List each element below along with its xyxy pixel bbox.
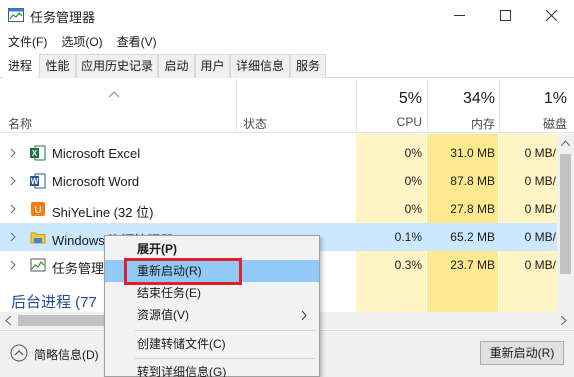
tab-performance[interactable]: 性能 [39, 54, 76, 78]
disk-value: 0 MB/ [524, 230, 556, 244]
tab-app-history[interactable]: 应用历史记录 [76, 54, 158, 78]
process-row-excel[interactable]: X Microsoft Excel 0% 31.0 MB 0 MB/ [0, 139, 574, 167]
chevron-right-icon[interactable] [9, 260, 17, 270]
submenu-arrow-icon [302, 311, 307, 320]
menu-item-resource-values[interactable]: 资源值(V) [105, 304, 319, 326]
memory-percent-header[interactable]: 34% [427, 90, 495, 108]
disk-value: 0 MB/ [524, 258, 556, 272]
scroll-right-icon[interactable] [561, 316, 567, 325]
maximize-button[interactable] [482, 0, 528, 30]
menu-item-go-to-details[interactable]: 转到详细信息(G) [105, 361, 319, 377]
process-row-shiyeline[interactable]: U ShiYeLine (32 位) 0% 27.8 MB 0 MB/ [0, 195, 574, 223]
menu-item-label: 资源值(V) [137, 308, 189, 322]
maximize-icon [499, 9, 511, 21]
cpu-percent-header[interactable]: 5% [356, 90, 422, 108]
shiyeline-icon: U [31, 202, 45, 216]
menu-bar: 文件(F) 选项(O) 查看(V) [0, 30, 574, 52]
restart-button[interactable]: 重新启动(R) [480, 341, 564, 365]
process-name: Microsoft Word [52, 174, 140, 189]
memory-value: 31.0 MB [450, 146, 495, 160]
column-divider[interactable] [236, 79, 237, 133]
menu-separator [135, 358, 315, 359]
svg-text:W: W [31, 177, 39, 186]
cpu-value: 0% [404, 146, 422, 160]
menu-item-expand[interactable]: 展开(P) [105, 238, 319, 260]
column-name-header[interactable]: 名称 [8, 115, 32, 132]
sort-ascending-icon [108, 91, 120, 98]
menu-options[interactable]: 选项(O) [53, 30, 108, 52]
cpu-value: 0.1% [394, 230, 422, 244]
memory-value: 87.8 MB [450, 174, 495, 188]
disk-percent-header[interactable]: 1% [499, 90, 567, 108]
vertical-scroll-thumb[interactable] [560, 154, 571, 274]
cpu-column-header[interactable]: CPU [356, 115, 422, 129]
tab-services[interactable]: 服务 [290, 54, 326, 78]
minimize-icon [453, 14, 465, 16]
folder-icon [30, 232, 46, 244]
chevron-right-icon[interactable] [9, 176, 17, 186]
process-name: ShiYeLine (32 位) [52, 205, 154, 220]
window-title: 任务管理器 [30, 10, 96, 25]
tab-strip: 进程 性能 应用历史记录 启动 用户 详细信息 服务 [0, 54, 574, 79]
task-manager-icon [8, 8, 24, 22]
memory-value: 65.2 MB [450, 230, 495, 244]
disk-column-header[interactable]: 磁盘 [499, 115, 567, 132]
column-status-header[interactable]: 状态 [243, 115, 267, 132]
menu-file[interactable]: 文件(F) [0, 30, 53, 52]
chevron-right-icon[interactable] [9, 204, 17, 214]
close-button[interactable] [528, 0, 574, 30]
disk-value: 0 MB/ [524, 146, 556, 160]
cpu-value: 0.3% [394, 258, 422, 272]
tab-users[interactable]: 用户 [195, 54, 230, 78]
disk-value: 0 MB/ [524, 202, 556, 216]
svg-text:U: U [34, 205, 41, 216]
svg-text:X: X [32, 149, 38, 158]
scroll-up-icon[interactable] [561, 140, 570, 146]
scroll-left-icon[interactable] [5, 316, 11, 325]
memory-column-header[interactable]: 内存 [427, 115, 495, 132]
disk-value: 0 MB/ [524, 174, 556, 188]
tab-details[interactable]: 详细信息 [230, 54, 290, 78]
memory-value: 23.7 MB [450, 258, 495, 272]
context-menu: 展开(P) 重新启动(R) 结束任务(E) 资源值(V) 创建转储文件(C) 转… [104, 235, 320, 377]
process-row-word[interactable]: W Microsoft Word 0% 87.8 MB 0 MB/ [0, 167, 574, 195]
fewer-details-link[interactable]: 简略信息(D) [34, 346, 99, 363]
tab-processes[interactable]: 进程 [2, 54, 38, 79]
background-processes-heading: 后台进程 (77 [11, 294, 97, 311]
menu-item-create-dump[interactable]: 创建转储文件(C) [105, 333, 319, 355]
word-icon: W [30, 173, 46, 189]
menu-separator [135, 330, 315, 331]
menu-view[interactable]: 查看(V) [109, 30, 163, 52]
title-bar: 任务管理器 [0, 0, 574, 30]
vertical-scrollbar[interactable] [557, 134, 574, 312]
process-name: Microsoft Excel [52, 146, 141, 161]
excel-icon: X [30, 145, 46, 161]
taskmgr-icon [30, 258, 46, 272]
cpu-value: 0% [404, 202, 422, 216]
memory-value: 27.8 MB [450, 202, 495, 216]
close-icon [545, 9, 557, 21]
tab-startup[interactable]: 启动 [158, 54, 195, 78]
menu-item-end-task[interactable]: 结束任务(E) [105, 282, 319, 304]
highlight-box [124, 258, 242, 285]
collapse-up-icon[interactable] [10, 344, 28, 362]
minimize-button[interactable] [436, 0, 482, 30]
chevron-right-icon[interactable] [9, 148, 17, 158]
chevron-right-icon[interactable] [9, 232, 17, 242]
cpu-value: 0% [404, 174, 422, 188]
